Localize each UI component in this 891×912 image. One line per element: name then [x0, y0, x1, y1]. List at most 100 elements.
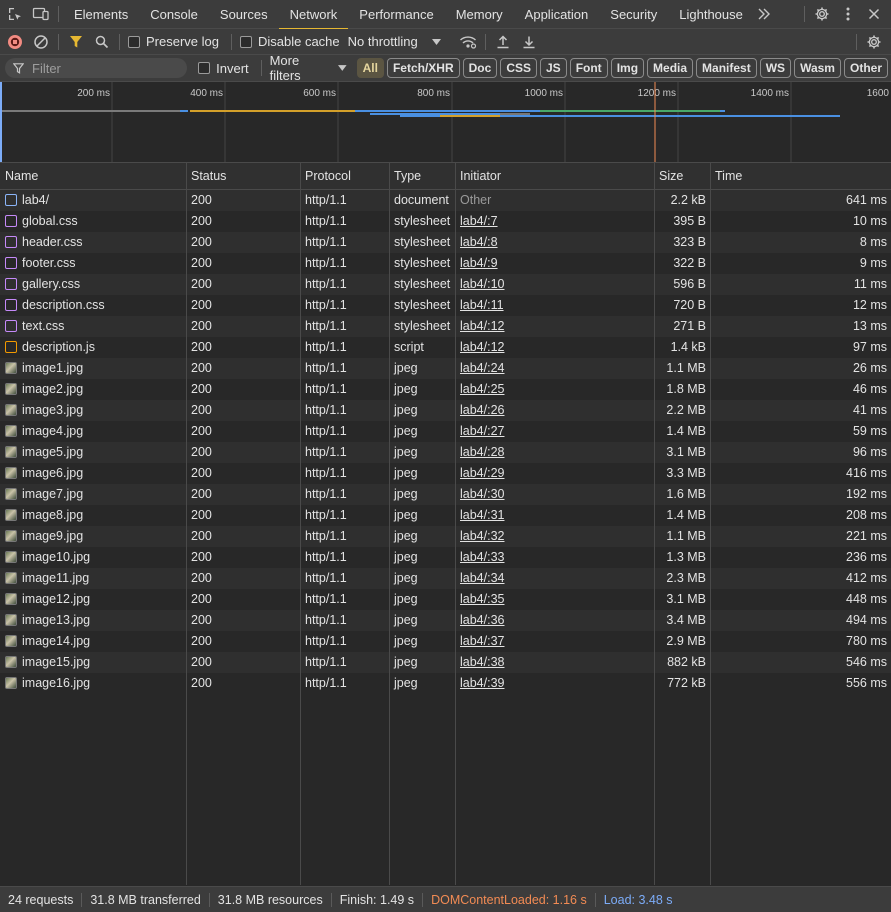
table-row[interactable]: image5.jpg 200 http/1.1 jpeg lab4/:28 3.1 MB 9… [0, 442, 891, 463]
tab-security[interactable]: Security [599, 0, 668, 29]
tab-performance[interactable]: Performance [348, 0, 444, 29]
column-divider[interactable] [654, 163, 655, 885]
request-initiator[interactable]: lab4/:33 [455, 547, 654, 568]
tab-network[interactable]: Network [278, 0, 349, 30]
disable-cache-checkbox[interactable]: Disable cache [239, 34, 340, 49]
overview-timeline[interactable]: 200 ms 400 ms 600 ms 800 ms 1000 ms 1200 ms 14… [0, 82, 891, 163]
table-row[interactable]: image15.jpg 200 http/1.1 jpeg lab4/:38 882 kB… [0, 652, 891, 673]
filter-input[interactable]: Filter [5, 58, 187, 78]
column-header-size[interactable]: Size [654, 163, 710, 190]
request-initiator[interactable]: lab4/:29 [455, 463, 654, 484]
request-initiator[interactable]: lab4/:11 [455, 295, 654, 316]
table-row[interactable]: image4.jpg 200 http/1.1 jpeg lab4/:27 1.4 MB 5… [0, 421, 891, 442]
request-initiator[interactable]: lab4/:36 [455, 610, 654, 631]
filter-all[interactable]: All [356, 58, 384, 78]
table-row[interactable]: text.css 200 http/1.1 stylesheet lab4/:12 271… [0, 316, 891, 337]
preserve-log-checkbox[interactable]: Preserve log [128, 34, 219, 49]
settings-icon[interactable] [809, 1, 835, 27]
filter-funnel-icon[interactable] [63, 29, 89, 55]
table-row[interactable]: image14.jpg 200 http/1.1 jpeg lab4/:37 2.9 MB… [0, 631, 891, 652]
request-initiator[interactable]: lab4/:37 [455, 631, 654, 652]
request-initiator[interactable]: lab4/:32 [455, 526, 654, 547]
export-har-icon[interactable] [516, 29, 542, 55]
request-initiator[interactable]: lab4/:12 [455, 316, 654, 337]
tab-memory[interactable]: Memory [445, 0, 514, 29]
filter-media[interactable]: Media [647, 58, 694, 78]
request-initiator[interactable]: lab4/:9 [455, 253, 654, 274]
column-header-initiator[interactable]: Initiator [455, 163, 654, 190]
inspect-element-icon[interactable] [2, 1, 28, 27]
clear-icon[interactable] [28, 29, 54, 55]
column-header-protocol[interactable]: Protocol [300, 163, 389, 190]
filter-wasm[interactable]: Wasm [794, 58, 841, 78]
more-filters-dropdown[interactable]: More filters [270, 53, 347, 83]
filter-img[interactable]: Img [610, 58, 645, 78]
table-row[interactable]: image1.jpg 200 http/1.1 jpeg lab4/:24 1.1 MB 2… [0, 358, 891, 379]
network-conditions-icon[interactable] [455, 29, 481, 55]
table-row[interactable]: image3.jpg 200 http/1.1 jpeg lab4/:26 2.2 MB 4… [0, 400, 891, 421]
table-row[interactable]: gallery.css 200 http/1.1 stylesheet lab4/:10… [0, 274, 891, 295]
column-header-time[interactable]: Time [710, 163, 891, 190]
tab-lighthouse[interactable]: Lighthouse [668, 0, 754, 29]
more-tabs-icon[interactable] [754, 1, 774, 27]
table-row[interactable]: footer.css 200 http/1.1 stylesheet lab4/:9 32… [0, 253, 891, 274]
column-divider[interactable] [300, 163, 301, 885]
table-row[interactable]: image9.jpg 200 http/1.1 jpeg lab4/:32 1.1 MB 2… [0, 526, 891, 547]
filter-font[interactable]: Font [569, 58, 608, 78]
column-header-type[interactable]: Type [389, 163, 455, 190]
search-icon[interactable] [89, 29, 115, 55]
table-row[interactable]: image6.jpg 200 http/1.1 jpeg lab4/:29 3.3 MB 4… [0, 463, 891, 484]
record-stop-icon[interactable] [2, 29, 28, 55]
table-row[interactable]: image13.jpg 200 http/1.1 jpeg lab4/:36 3.4 MB… [0, 610, 891, 631]
table-row[interactable]: global.css 200 http/1.1 stylesheet lab4/:7 39… [0, 211, 891, 232]
filter-css[interactable]: CSS [500, 58, 537, 78]
request-initiator[interactable]: lab4/:12 [455, 337, 654, 358]
request-initiator[interactable]: lab4/:38 [455, 652, 654, 673]
tab-application[interactable]: Application [514, 0, 600, 29]
close-devtools-icon[interactable] [861, 1, 887, 27]
request-initiator[interactable]: lab4/:35 [455, 589, 654, 610]
tab-sources[interactable]: Sources [209, 0, 279, 29]
request-initiator[interactable]: lab4/:7 [455, 211, 654, 232]
checkbox-box[interactable] [239, 35, 252, 48]
table-row[interactable]: image12.jpg 200 http/1.1 jpeg lab4/:35 3.1 MB… [0, 589, 891, 610]
request-initiator[interactable]: lab4/:26 [455, 400, 654, 421]
more-options-icon[interactable] [835, 1, 861, 27]
table-row[interactable]: image16.jpg 200 http/1.1 jpeg lab4/:39 772 kB… [0, 673, 891, 694]
request-initiator[interactable]: lab4/:8 [455, 232, 654, 253]
filter-doc[interactable]: Doc [462, 58, 498, 78]
table-row[interactable]: description.js 200 http/1.1 script lab4/:12 1… [0, 337, 891, 358]
table-row[interactable]: image8.jpg 200 http/1.1 jpeg lab4/:31 1.4 MB 2… [0, 505, 891, 526]
request-initiator[interactable]: lab4/:34 [455, 568, 654, 589]
table-row[interactable]: image7.jpg 200 http/1.1 jpeg lab4/:30 1.6 MB 1… [0, 484, 891, 505]
table-row[interactable]: image2.jpg 200 http/1.1 jpeg lab4/:25 1.8 MB 4… [0, 379, 891, 400]
filter-js[interactable]: JS [540, 58, 567, 78]
throttling-select[interactable]: No throttling [348, 34, 441, 49]
request-initiator[interactable]: lab4/:10 [455, 274, 654, 295]
filter-ws[interactable]: WS [759, 58, 792, 78]
column-divider[interactable] [186, 163, 187, 885]
request-initiator[interactable]: lab4/:27 [455, 421, 654, 442]
checkbox-box[interactable] [128, 35, 140, 48]
tab-elements[interactable]: Elements [63, 0, 139, 29]
column-divider[interactable] [389, 163, 390, 885]
column-header-status[interactable]: Status [186, 163, 300, 190]
table-row[interactable]: image10.jpg 200 http/1.1 jpeg lab4/:33 1.3 MB… [0, 547, 891, 568]
network-settings-icon[interactable] [861, 29, 887, 55]
column-header-name[interactable]: Name [0, 163, 186, 190]
checkbox-box[interactable] [198, 62, 211, 74]
filter-manifest[interactable]: Manifest [696, 58, 757, 78]
column-divider[interactable] [710, 163, 711, 885]
import-har-icon[interactable] [490, 29, 516, 55]
invert-checkbox[interactable]: Invert [198, 61, 249, 76]
request-initiator[interactable]: lab4/:39 [455, 673, 654, 694]
table-row[interactable]: header.css 200 http/1.1 stylesheet lab4/:8 32… [0, 232, 891, 253]
request-initiator[interactable]: lab4/:31 [455, 505, 654, 526]
request-initiator[interactable]: lab4/:25 [455, 379, 654, 400]
table-row[interactable]: description.css 200 http/1.1 stylesheet lab4… [0, 295, 891, 316]
filter-fetch-xhr[interactable]: Fetch/XHR [386, 58, 460, 78]
tab-console[interactable]: Console [139, 0, 209, 29]
device-toolbar-icon[interactable] [28, 1, 54, 27]
request-initiator[interactable]: lab4/:30 [455, 484, 654, 505]
filter-other[interactable]: Other [843, 58, 888, 78]
